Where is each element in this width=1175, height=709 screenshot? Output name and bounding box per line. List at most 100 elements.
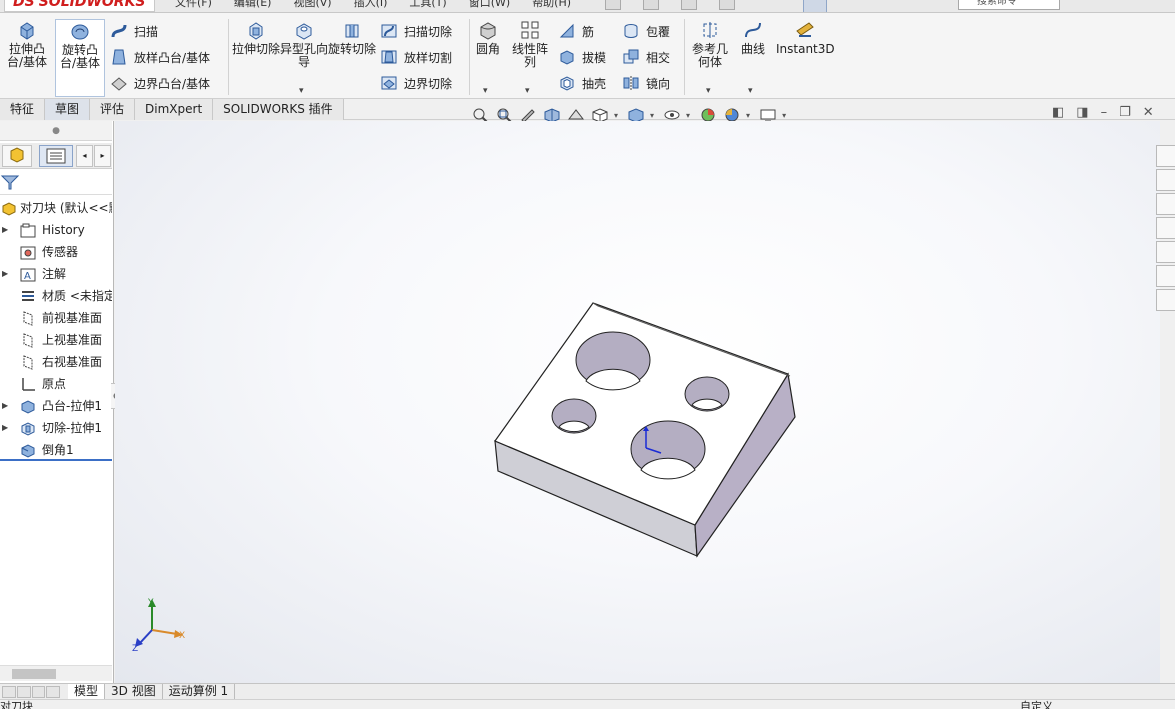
loft-boss-button[interactable]: 放样凸台/基体 — [110, 46, 210, 68]
extrude-boss-button[interactable]: 拉伸凸台/基体 — [2, 19, 52, 97]
instant3d-button[interactable]: Instant3D — [776, 19, 835, 97]
tree-item-chamfer1[interactable]: 倒角1 — [0, 439, 112, 461]
sweep-button[interactable]: 扫描 — [110, 20, 158, 42]
view-settings-dropdown[interactable]: ▾ — [782, 111, 786, 120]
tree-item-history[interactable]: ▶ History — [0, 219, 112, 241]
tree-item-annotations[interactable]: ▶ A 注解 — [0, 263, 112, 285]
horizontal-scrollbar[interactable] — [0, 665, 112, 681]
tree-item-boss-extrude1[interactable]: ▶ 凸台-拉伸1 — [0, 395, 112, 417]
tab-dimxpert[interactable]: DimXpert — [135, 99, 214, 120]
tree-item-right-plane[interactable]: 右视基准面 — [0, 351, 112, 373]
boundary-cut-button[interactable]: 边界切除 — [380, 72, 452, 94]
panel-grip[interactable]: ● — [0, 121, 112, 141]
tab-solidworks-addins[interactable]: SOLIDWORKS 插件 — [213, 99, 344, 120]
hide-show-dropdown[interactable]: ▾ — [686, 111, 690, 120]
expand-arrow-icon[interactable]: ▶ — [2, 395, 8, 417]
menu-window[interactable]: 窗口(W) — [469, 0, 510, 10]
tree-item-material[interactable]: 材质 <未指定> — [0, 285, 112, 307]
restore-icon[interactable]: ❐ — [1119, 105, 1131, 120]
menu-tools[interactable]: 工具(T) — [409, 0, 446, 10]
tree-item-front-plane[interactable]: 前视基准面 — [0, 307, 112, 329]
linear-pattern-dropdown-arrow[interactable]: ▾ — [525, 85, 530, 98]
menu-help[interactable]: 帮助(H) — [532, 0, 571, 10]
menu-insert[interactable]: 插入(I) — [354, 0, 388, 10]
next-tab-icon[interactable] — [31, 685, 46, 698]
tree-root-part[interactable]: 对刀块 (默认<<默认> — [0, 197, 112, 219]
menu-view[interactable]: 视图(V) — [293, 0, 331, 10]
menu-file[interactable]: 文件(F) — [175, 0, 212, 10]
curves-button[interactable]: 曲线 ▾ — [736, 19, 770, 97]
rib-button[interactable]: 筋 — [558, 20, 594, 42]
revolve-cut-button[interactable]: 旋转切除 — [327, 19, 377, 97]
menu-edit[interactable]: 编辑(E) — [234, 0, 272, 10]
shell-button[interactable]: 抽壳 — [558, 72, 606, 94]
tree-filter[interactable] — [0, 171, 112, 195]
appearances-icon[interactable] — [1156, 241, 1175, 263]
minimize-icon[interactable]: – — [1101, 105, 1108, 120]
hole-wizard-button[interactable]: 异型孔向导 ▾ — [279, 19, 329, 97]
hole-large-bottom — [630, 420, 706, 480]
boundary-boss-button[interactable]: 边界凸台/基体 — [110, 72, 210, 94]
tree-item-origin[interactable]: 原点 — [0, 373, 112, 395]
tab-scroll-right[interactable]: ▸ — [94, 145, 111, 167]
expand-arrow-icon[interactable]: ▶ — [2, 417, 8, 439]
tree-item-sensors[interactable]: 传感器 — [0, 241, 112, 263]
search-input[interactable]: 搜索命令 — [958, 0, 1060, 10]
print-icon[interactable] — [719, 0, 735, 10]
loft-cut-button[interactable]: 放样切割 — [380, 46, 452, 68]
first-tab-icon[interactable] — [2, 685, 16, 698]
file-explorer-icon[interactable] — [1156, 193, 1175, 215]
fillet-button[interactable]: 圆角 ▾ — [471, 19, 505, 97]
tree-item-top-plane[interactable]: 上视基准面 — [0, 329, 112, 351]
view-palette-icon[interactable] — [1156, 217, 1175, 239]
sweep-cut-button[interactable]: 扫描切除 — [380, 20, 452, 42]
fillet-dropdown-arrow[interactable]: ▾ — [483, 85, 488, 98]
tab-evaluate[interactable]: 评估 — [90, 99, 136, 120]
tab-features[interactable]: 特征 — [0, 99, 46, 120]
draft-button[interactable]: 拔模 — [558, 46, 606, 68]
property-manager-tab-icon[interactable] — [39, 145, 73, 167]
model-viewport[interactable]: Y X Z — [115, 121, 1160, 683]
view-orientation-dropdown[interactable]: ▾ — [614, 111, 618, 120]
tab-sketch[interactable]: 草图 — [45, 99, 91, 120]
graphics-area[interactable]: Y X Z — [115, 121, 1160, 683]
tile-right-icon[interactable]: ◨ — [1076, 105, 1088, 120]
tab-3d-views[interactable]: 3D 视图 — [105, 683, 163, 700]
solidworks-logo[interactable]: DS SOLIDWORKS — [4, 0, 155, 12]
forum-icon[interactable] — [1156, 289, 1175, 311]
display-style-dropdown[interactable]: ▾ — [650, 111, 654, 120]
open-file-icon[interactable] — [643, 0, 659, 10]
tile-left-icon[interactable]: ◧ — [1052, 105, 1064, 120]
close-icon[interactable]: ✕ — [1143, 105, 1154, 120]
tree-item-cut-extrude1[interactable]: ▶ 切除-拉伸1 — [0, 417, 112, 439]
select-pointer-icon[interactable] — [803, 0, 827, 12]
extrude-cut-button[interactable]: 拉伸切除 — [231, 19, 281, 97]
linear-pattern-button[interactable]: 线性阵列 ▾ — [507, 19, 553, 97]
design-library-icon[interactable] — [1156, 169, 1175, 191]
hole-small-left — [551, 398, 597, 434]
expand-arrow-icon[interactable]: ▶ — [2, 219, 8, 241]
reference-geometry-button[interactable]: 参考几何体 ▾ — [688, 19, 732, 97]
tab-model[interactable]: 模型 — [68, 683, 106, 700]
reference-geometry-dropdown-arrow[interactable]: ▾ — [706, 85, 711, 98]
apply-scene-dropdown[interactable]: ▾ — [746, 111, 750, 120]
expand-arrow-icon[interactable]: ▶ — [2, 263, 8, 285]
solidworks-resources-icon[interactable] — [1156, 145, 1175, 167]
intersect-button[interactable]: 相交 — [622, 46, 670, 68]
prev-tab-icon[interactable] — [16, 685, 31, 698]
new-file-icon[interactable] — [605, 0, 621, 10]
feature-manager-tab-icon[interactable] — [2, 145, 32, 167]
hole-wizard-dropdown-arrow[interactable]: ▾ — [299, 85, 304, 98]
curves-dropdown-arrow[interactable]: ▾ — [748, 85, 753, 98]
tab-motion-study-1[interactable]: 运动算例 1 — [163, 683, 236, 700]
mirror-button[interactable]: 镜向 — [622, 72, 670, 94]
wrap-button[interactable]: 包覆 — [622, 20, 670, 42]
last-tab-icon[interactable] — [46, 685, 60, 698]
tab-scroll-left[interactable]: ◂ — [76, 145, 93, 167]
filter-icon[interactable] — [0, 171, 20, 193]
scrollbar-thumb[interactable] — [12, 669, 56, 679]
save-icon[interactable] — [681, 0, 697, 10]
revolve-boss-button[interactable]: 旋转凸台/基体 — [55, 19, 105, 97]
custom-properties-icon[interactable] — [1156, 265, 1175, 287]
status-units[interactable]: 自定义 — [1020, 700, 1053, 709]
